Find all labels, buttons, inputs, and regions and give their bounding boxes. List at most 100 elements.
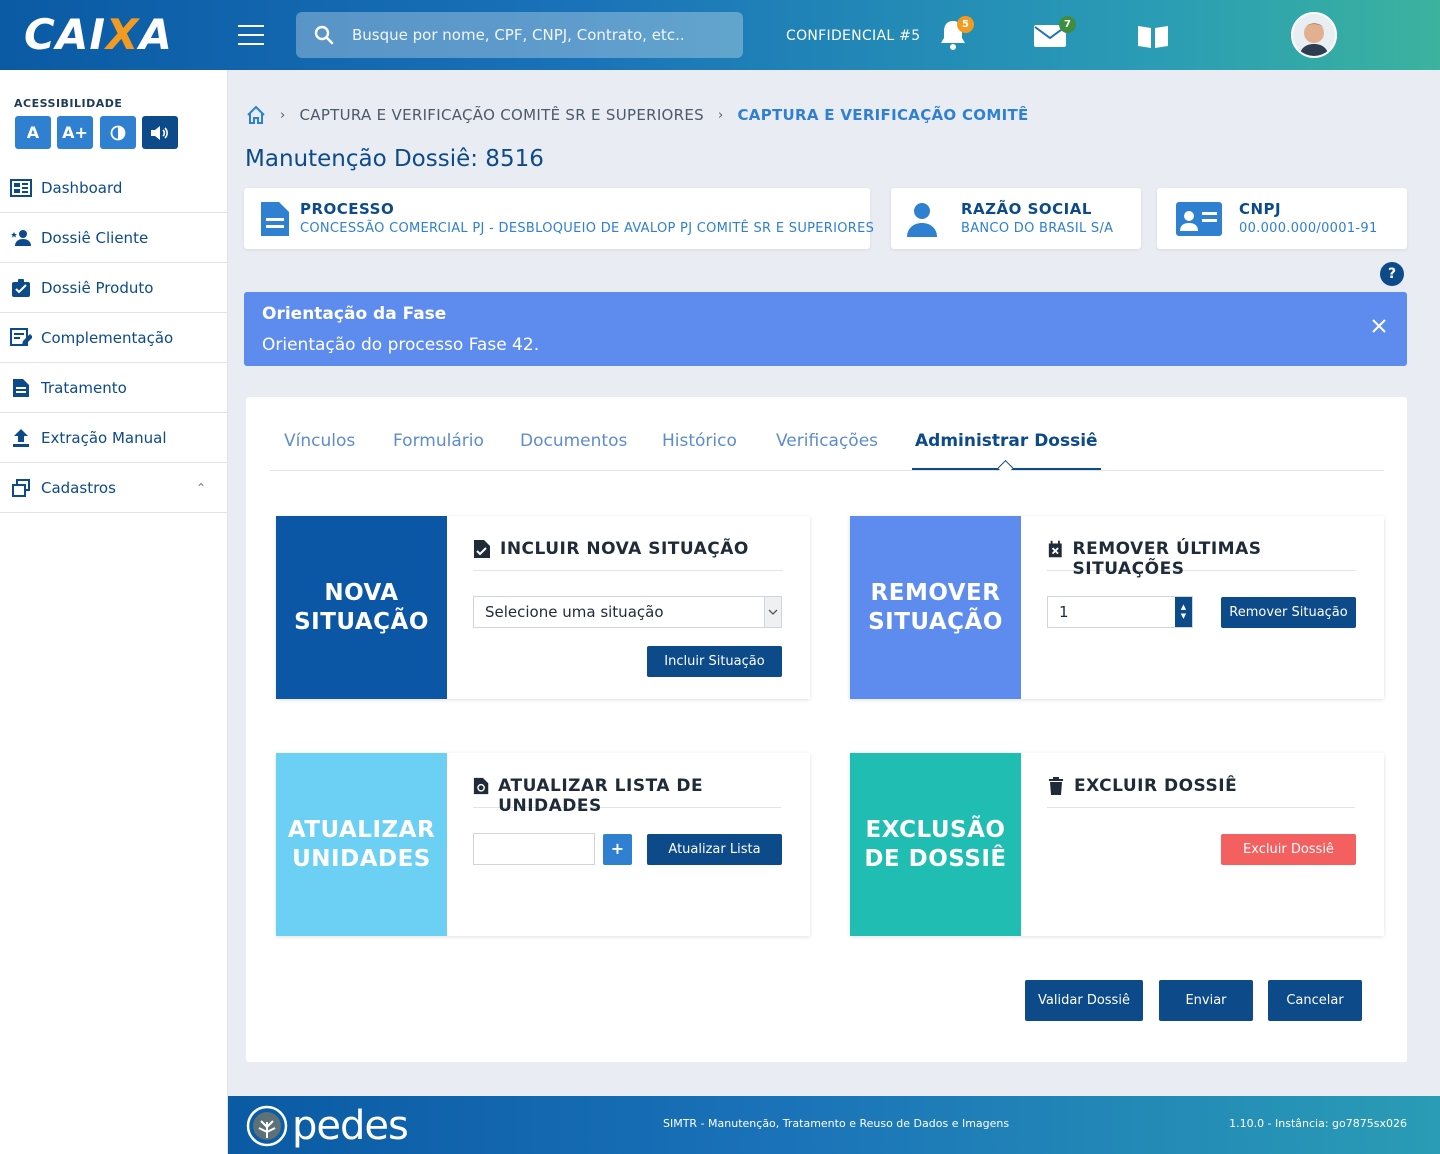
footer: pedes SIMTR - Manutenção, Tratamento e R… — [228, 1096, 1440, 1154]
font-increase-button[interactable]: A+ — [57, 116, 93, 149]
company-label: RAZÃO SOCIAL — [961, 200, 1092, 218]
tab-historico[interactable]: Histórico — [662, 429, 737, 470]
document-icon — [10, 377, 32, 399]
process-value: CONCESSÃO COMERCIAL PJ - DESBLOQUEIO DE … — [300, 221, 875, 236]
company-card: RAZÃO SOCIAL BANCO DO BRASIL S/A — [891, 188, 1141, 249]
status-select[interactable]: Selecione uma situação — [473, 596, 782, 628]
chevron-down-icon[interactable] — [764, 597, 781, 627]
file-refresh-icon — [473, 777, 489, 795]
chevron-up-icon[interactable]: ⌃ — [196, 481, 206, 495]
quantity-stepper[interactable]: 1 ▲ ▼ — [1047, 596, 1193, 628]
id-card-icon — [1176, 202, 1222, 236]
sidebar-item-label: Dossiê Produto — [41, 278, 154, 297]
book-icon — [1138, 25, 1168, 48]
close-icon[interactable] — [1371, 318, 1387, 334]
sidebar-item-cadastros[interactable]: Cadastros ⌃ — [0, 463, 228, 513]
audio-button[interactable] — [142, 116, 178, 149]
tab-verificacoes[interactable]: Verificações — [776, 429, 878, 470]
notifications-button[interactable]: 5 — [937, 16, 974, 54]
sidebar-item-label: Dossiê Cliente — [41, 228, 149, 247]
breadcrumb-current: CAPTURA E VERIFICAÇÃO COMITÊ — [737, 106, 1029, 124]
search-icon[interactable] — [314, 25, 334, 45]
system-name: SIMTR - Manutenção, Tratamento e Reuso d… — [663, 1117, 1010, 1130]
spinner-arrows-icon[interactable]: ▲ ▼ — [1175, 597, 1192, 627]
side-title-line: EXCLUSÃO — [865, 816, 1006, 843]
side-title-line: REMOVER — [870, 579, 1001, 606]
product-icon — [10, 277, 32, 299]
tab-administrar-dossie[interactable]: Administrar Dossiê — [912, 429, 1101, 470]
notifications-badge: 5 — [957, 16, 974, 33]
messages-button[interactable]: 7 — [1033, 16, 1076, 54]
search-input[interactable] — [352, 12, 732, 58]
complement-icon — [10, 327, 32, 349]
sidebar-item-tratamento[interactable]: Tratamento — [0, 363, 228, 413]
contrast-button[interactable] — [100, 116, 136, 149]
pedes-brand: pedes — [292, 1103, 409, 1149]
help-button[interactable]: ? — [1380, 262, 1404, 286]
sidebar-item-dossie-cliente[interactable]: Dossiê Cliente — [0, 213, 228, 263]
tab-formulario[interactable]: Formulário — [393, 429, 484, 470]
card-title: REMOVER ÚLTIMAS SITUAÇÕES — [1072, 539, 1262, 579]
delete-dossier-card: EXCLUSÃO DE DOSSIÊ EXCLUIR DOSSIÊ Excluir… — [850, 753, 1384, 936]
trash-icon — [1049, 777, 1063, 795]
sidebar-item-dossie-produto[interactable]: Dossiê Produto — [0, 263, 228, 313]
send-button[interactable]: Enviar — [1159, 980, 1253, 1021]
tree-emblem-icon — [246, 1105, 288, 1147]
unit-input[interactable] — [473, 833, 595, 865]
card-title: ATUALIZAR LISTA DE UNIDADES — [498, 776, 704, 816]
cancel-button[interactable]: Cancelar — [1268, 980, 1362, 1021]
new-status-side: NOVA SITUAÇÃO — [276, 516, 447, 699]
user-icon — [907, 203, 937, 237]
manual-button[interactable] — [1136, 18, 1172, 54]
accessibility-label: ACESSIBILIDADE — [14, 97, 123, 110]
delete-dossier-button[interactable]: Excluir Dossiê — [1221, 834, 1356, 865]
side-title-line: NOVA — [324, 579, 399, 606]
remove-status-card: REMOVER SITUAÇÃO REMOVER ÚLTIMAS SITUAÇÕE… — [850, 516, 1384, 699]
new-status-card: NOVA SITUAÇÃO INCLUIR NOVA SITUAÇÃO Selec… — [276, 516, 810, 699]
menu-toggle-icon[interactable] — [238, 25, 264, 45]
pedes-logo: pedes — [246, 1103, 409, 1149]
card-header: EXCLUIR DOSSIÊ — [1047, 776, 1355, 808]
update-units-side: ATUALIZAR UNIDADES — [276, 753, 447, 936]
sidebar-item-dashboard[interactable]: Dashboard — [0, 163, 228, 213]
search-bar — [296, 12, 743, 58]
sidebar-item-extracao-manual[interactable]: Extração Manual — [0, 413, 228, 463]
confidential-label: CONFIDENCIAL #5 — [786, 28, 921, 44]
phase-guidance-alert: Orientação da Fase Orientação do process… — [244, 292, 1407, 366]
client-icon — [10, 227, 32, 249]
sidebar-item-label: Extração Manual — [41, 428, 167, 447]
breadcrumb-parent[interactable]: CAPTURA E VERIFICAÇÃO COMITÊ SR E SUPERI… — [300, 106, 704, 124]
messages-badge: 7 — [1059, 16, 1076, 33]
sidebar-nav: Dashboard Dossiê Cliente Dossiê Produto … — [0, 163, 228, 513]
alert-title: Orientação da Fase — [262, 304, 447, 324]
side-title-line: ATUALIZAR — [287, 816, 436, 843]
select-value: Selecione uma situação — [485, 603, 664, 621]
contrast-icon — [110, 125, 126, 140]
caixa-logo[interactable]: CAIXA — [24, 12, 173, 58]
cnpj-label: CNPJ — [1239, 200, 1282, 218]
dashboard-icon — [10, 177, 32, 199]
tab-documentos[interactable]: Documentos — [520, 429, 627, 470]
tab-vinculos[interactable]: Vínculos — [284, 429, 355, 470]
add-unit-button[interactable]: + — [603, 834, 632, 865]
cnpj-card: CNPJ 00.000.000/0001-91 — [1157, 188, 1407, 249]
remove-status-button[interactable]: Remover Situação — [1221, 597, 1356, 628]
side-title-line: UNIDADES — [292, 845, 431, 872]
cnpj-value: 00.000.000/0001-91 — [1239, 221, 1378, 236]
include-status-button[interactable]: Incluir Situação — [647, 646, 782, 677]
home-icon[interactable] — [246, 105, 266, 125]
font-normal-button[interactable]: A — [15, 116, 51, 149]
update-list-button[interactable]: Atualizar Lista — [647, 834, 782, 865]
stepper-value: 1 — [1059, 603, 1069, 621]
validate-dossier-button[interactable]: Validar Dossiê — [1025, 980, 1143, 1021]
delete-dossier-side: EXCLUSÃO DE DOSSIÊ — [850, 753, 1021, 936]
card-header: INCLUIR NOVA SITUAÇÃO — [473, 539, 783, 571]
user-avatar[interactable] — [1291, 12, 1337, 58]
sidebar-item-complementacao[interactable]: Complementação — [0, 313, 228, 363]
card-header: REMOVER ÚLTIMAS SITUAÇÕES — [1047, 539, 1355, 579]
alert-body: Orientação do processo Fase 42. — [262, 335, 540, 355]
calendar-remove-icon — [1048, 540, 1062, 558]
side-title-line: SITUAÇÃO — [868, 608, 1003, 635]
file-check-icon — [474, 540, 490, 558]
upload-icon — [10, 427, 32, 449]
